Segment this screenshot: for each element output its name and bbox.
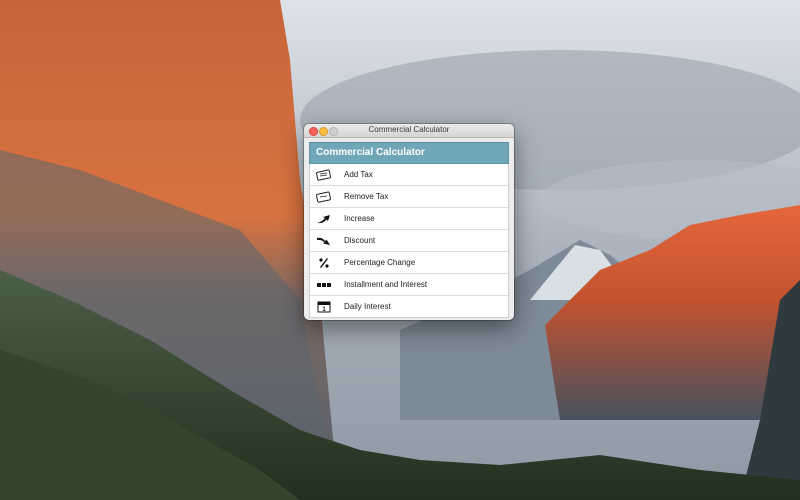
window-title: Commercial Calculator bbox=[368, 125, 450, 134]
percent-icon bbox=[316, 256, 332, 270]
menu-item-label: Add Tax bbox=[344, 170, 373, 179]
calculator-plus-icon bbox=[316, 168, 332, 182]
menu-item-label: Installment and Interest bbox=[344, 280, 428, 289]
menu-item-remove-tax[interactable]: Remove Tax bbox=[310, 186, 508, 208]
arrow-down-icon bbox=[316, 234, 332, 248]
menu-item-increase[interactable]: Increase bbox=[310, 208, 508, 230]
menu-item-installment-and-interest[interactable]: Installment and Interest bbox=[310, 274, 508, 296]
calculator-minus-icon bbox=[316, 190, 332, 204]
arrow-up-icon bbox=[316, 212, 332, 226]
menu-item-label: Percentage Change bbox=[344, 258, 416, 267]
menu-item-label: Discount bbox=[344, 236, 376, 245]
window-content: Commercial Calculator Add Tax Remove Tax… bbox=[304, 138, 514, 318]
calculator-menu: Add Tax Remove Tax Increase Discount Per… bbox=[309, 164, 509, 318]
calendar-icon: 1 bbox=[316, 300, 332, 314]
app-header: Commercial Calculator bbox=[309, 142, 509, 164]
menu-item-discount[interactable]: Discount bbox=[310, 230, 508, 252]
menu-item-label: Remove Tax bbox=[344, 192, 389, 201]
menu-item-add-tax[interactable]: Add Tax bbox=[310, 164, 508, 186]
installments-icon bbox=[316, 278, 332, 292]
menu-item-percentage-change[interactable]: Percentage Change bbox=[310, 252, 508, 274]
commercial-calculator-window: Commercial Calculator Commercial Calcula… bbox=[304, 124, 514, 320]
window-titlebar[interactable]: Commercial Calculator bbox=[304, 124, 514, 138]
menu-item-daily-interest[interactable]: 1 Daily Interest bbox=[310, 296, 508, 317]
menu-item-label: Increase bbox=[344, 214, 375, 223]
menu-item-label: Daily Interest bbox=[344, 302, 391, 311]
